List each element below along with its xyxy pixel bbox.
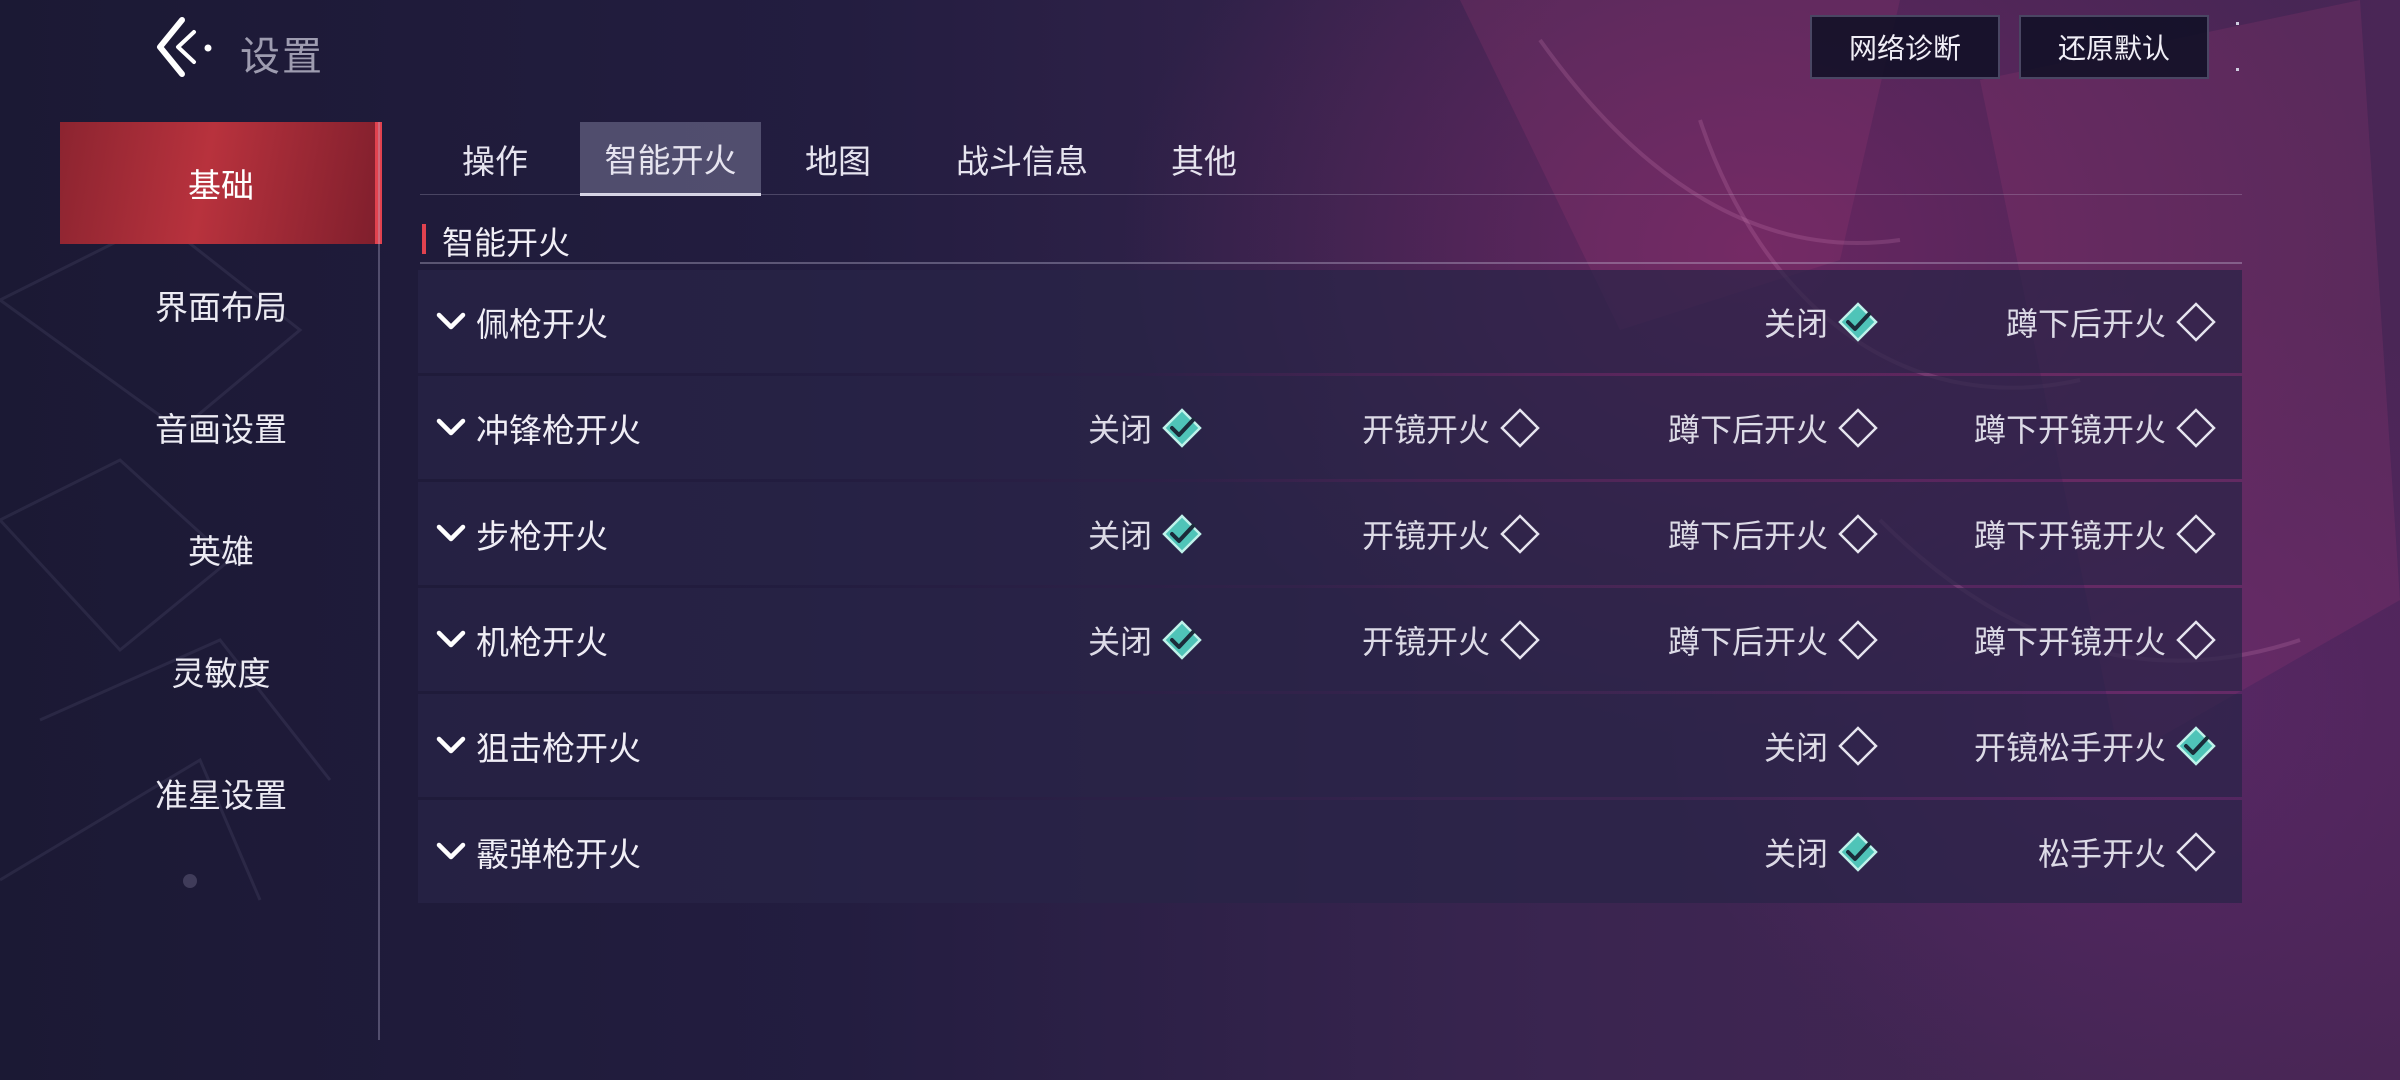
option-label: 松手开火: [2037, 834, 2166, 873]
diamond-unchecked-icon: [1838, 725, 1878, 766]
diamond-checked-icon: [1838, 831, 1878, 872]
option-radio[interactable]: 蹲下后开火: [1668, 376, 1880, 479]
option-radio[interactable]: 蹲下开镜开火: [1974, 482, 2218, 585]
diamond-checked-icon: [1162, 619, 1202, 660]
diamond-unchecked-icon: [2176, 619, 2216, 660]
tab-operation[interactable]: 操作: [420, 122, 570, 196]
option-radio[interactable]: 开镜松手开火: [1974, 694, 2218, 797]
option-label: 关闭: [1763, 728, 1828, 767]
setting-row: 狙击枪开火 关闭 开镜松手开火: [418, 694, 2242, 797]
diamond-unchecked-icon: [2176, 513, 2216, 554]
option-radio[interactable]: 开镜开火: [1362, 482, 1542, 585]
chevron-down-icon[interactable]: [434, 516, 468, 550]
option-label: 关闭: [1087, 410, 1152, 449]
section-accent-bar: [422, 224, 426, 254]
option-label: 蹲下后开火: [1667, 516, 1828, 555]
option-label: 开镜开火: [1361, 516, 1490, 555]
sidebar-item-audio-video[interactable]: 音画设置: [60, 366, 382, 488]
setting-row-label: 步枪开火: [476, 516, 608, 556]
chevron-down-icon[interactable]: [434, 304, 468, 338]
setting-row-label: 冲锋枪开火: [476, 410, 641, 450]
tab-other[interactable]: 其他: [1129, 122, 1279, 196]
option-label: 蹲下开镜开火: [1973, 410, 2166, 449]
option-label: 蹲下后开火: [1667, 622, 1828, 661]
diamond-unchecked-icon: [2176, 831, 2216, 872]
option-radio[interactable]: 关闭: [1088, 588, 1204, 691]
chevron-down-icon[interactable]: [434, 834, 468, 868]
option-radio[interactable]: 蹲下后开火: [2006, 270, 2218, 373]
sidebar-item-layout[interactable]: 界面布局: [60, 244, 382, 366]
option-radio[interactable]: 关闭: [1764, 800, 1880, 903]
setting-row: 霰弹枪开火 关闭 松手开火: [418, 800, 2242, 903]
setting-row: 佩枪开火 关闭 蹲下后开火: [418, 270, 2242, 373]
option-label: 蹲下开镜开火: [1973, 516, 2166, 555]
option-radio[interactable]: 开镜开火: [1362, 376, 1542, 479]
diamond-unchecked-icon: [1838, 513, 1878, 554]
option-radio[interactable]: 蹲下后开火: [1668, 482, 1880, 585]
option-label: 关闭: [1763, 834, 1828, 873]
option-label: 关闭: [1763, 304, 1828, 343]
option-radio[interactable]: 关闭: [1764, 270, 1880, 373]
diamond-unchecked-icon: [2176, 407, 2216, 448]
option-radio[interactable]: 关闭: [1088, 482, 1204, 585]
diamond-unchecked-icon: [2176, 301, 2216, 342]
setting-row-label: 狙击枪开火: [476, 728, 641, 768]
corner-decoration: [2236, 22, 2242, 72]
tab-map[interactable]: 地图: [761, 122, 915, 196]
setting-row-label: 佩枪开火: [476, 304, 608, 344]
option-label: 蹲下开镜开火: [1973, 622, 2166, 661]
diamond-checked-icon: [2176, 725, 2216, 766]
option-radio[interactable]: 蹲下后开火: [1668, 588, 1880, 691]
sidebar: 基础 界面布局 音画设置 英雄 灵敏度 准星设置: [60, 122, 382, 854]
diamond-unchecked-icon: [1838, 619, 1878, 660]
section-divider: [420, 262, 2242, 264]
diamond-unchecked-icon: [1838, 407, 1878, 448]
sidebar-item-crosshair[interactable]: 准星设置: [60, 732, 382, 854]
diamond-unchecked-icon: [1500, 513, 1540, 554]
option-label: 开镜开火: [1361, 622, 1490, 661]
option-radio[interactable]: 开镜开火: [1362, 588, 1542, 691]
back-button[interactable]: [150, 14, 220, 84]
network-diagnose-button[interactable]: 网络诊断: [1810, 15, 2000, 79]
option-label: 开镜松手开火: [1973, 728, 2166, 767]
restore-default-button[interactable]: 还原默认: [2019, 15, 2209, 79]
option-label: 蹲下后开火: [2005, 304, 2166, 343]
option-radio[interactable]: 蹲下开镜开火: [1974, 588, 2218, 691]
setting-row: 冲锋枪开火 关闭 开镜开火 蹲下后开火 蹲下开镜开火: [418, 376, 2242, 479]
diamond-checked-icon: [1838, 301, 1878, 342]
chevron-down-icon[interactable]: [434, 622, 468, 656]
option-radio[interactable]: 蹲下开镜开火: [1974, 376, 2218, 479]
option-radio[interactable]: 关闭: [1764, 694, 1880, 797]
diamond-unchecked-icon: [1500, 619, 1540, 660]
setting-row-label: 霰弹枪开火: [476, 834, 641, 874]
sidebar-item-hero[interactable]: 英雄: [60, 488, 382, 610]
sidebar-item-basic[interactable]: 基础: [60, 122, 382, 244]
sidebar-divider: [378, 122, 380, 1040]
option-label: 关闭: [1087, 516, 1152, 555]
diamond-unchecked-icon: [1500, 407, 1540, 448]
chevron-down-icon[interactable]: [434, 410, 468, 444]
option-label: 关闭: [1087, 622, 1152, 661]
option-radio[interactable]: 关闭: [1088, 376, 1204, 479]
option-label: 蹲下后开火: [1667, 410, 1828, 449]
tab-smart-fire[interactable]: 智能开火: [580, 122, 761, 196]
sidebar-item-sensitivity[interactable]: 灵敏度: [60, 610, 382, 732]
page-title: 设置: [240, 34, 324, 80]
tab-bar: 操作 智能开火 地图 战斗信息 其他: [420, 122, 1279, 196]
diamond-checked-icon: [1162, 407, 1202, 448]
diamond-checked-icon: [1162, 513, 1202, 554]
sidebar-decoration-dot: [183, 874, 197, 888]
tab-combat-info[interactable]: 战斗信息: [915, 122, 1129, 196]
chevron-down-icon[interactable]: [434, 728, 468, 762]
option-radio[interactable]: 松手开火: [2038, 800, 2218, 903]
setting-row: 步枪开火 关闭 开镜开火 蹲下后开火 蹲下开镜开火: [418, 482, 2242, 585]
setting-row-label: 机枪开火: [476, 622, 608, 662]
option-label: 开镜开火: [1361, 410, 1490, 449]
tab-divider: [420, 194, 2242, 195]
section-title: 智能开火: [442, 224, 571, 262]
smart-fire-settings-list: 佩枪开火 关闭 蹲下后开火 冲锋枪开火 关闭 开镜开火 蹲下后开火 蹲下开镜开火 步枪开火 关闭开…: [418, 270, 2242, 906]
back-arrow-icon: [157, 17, 212, 77]
setting-row: 机枪开火 关闭 开镜开火 蹲下后开火 蹲下开镜开火: [418, 588, 2242, 691]
